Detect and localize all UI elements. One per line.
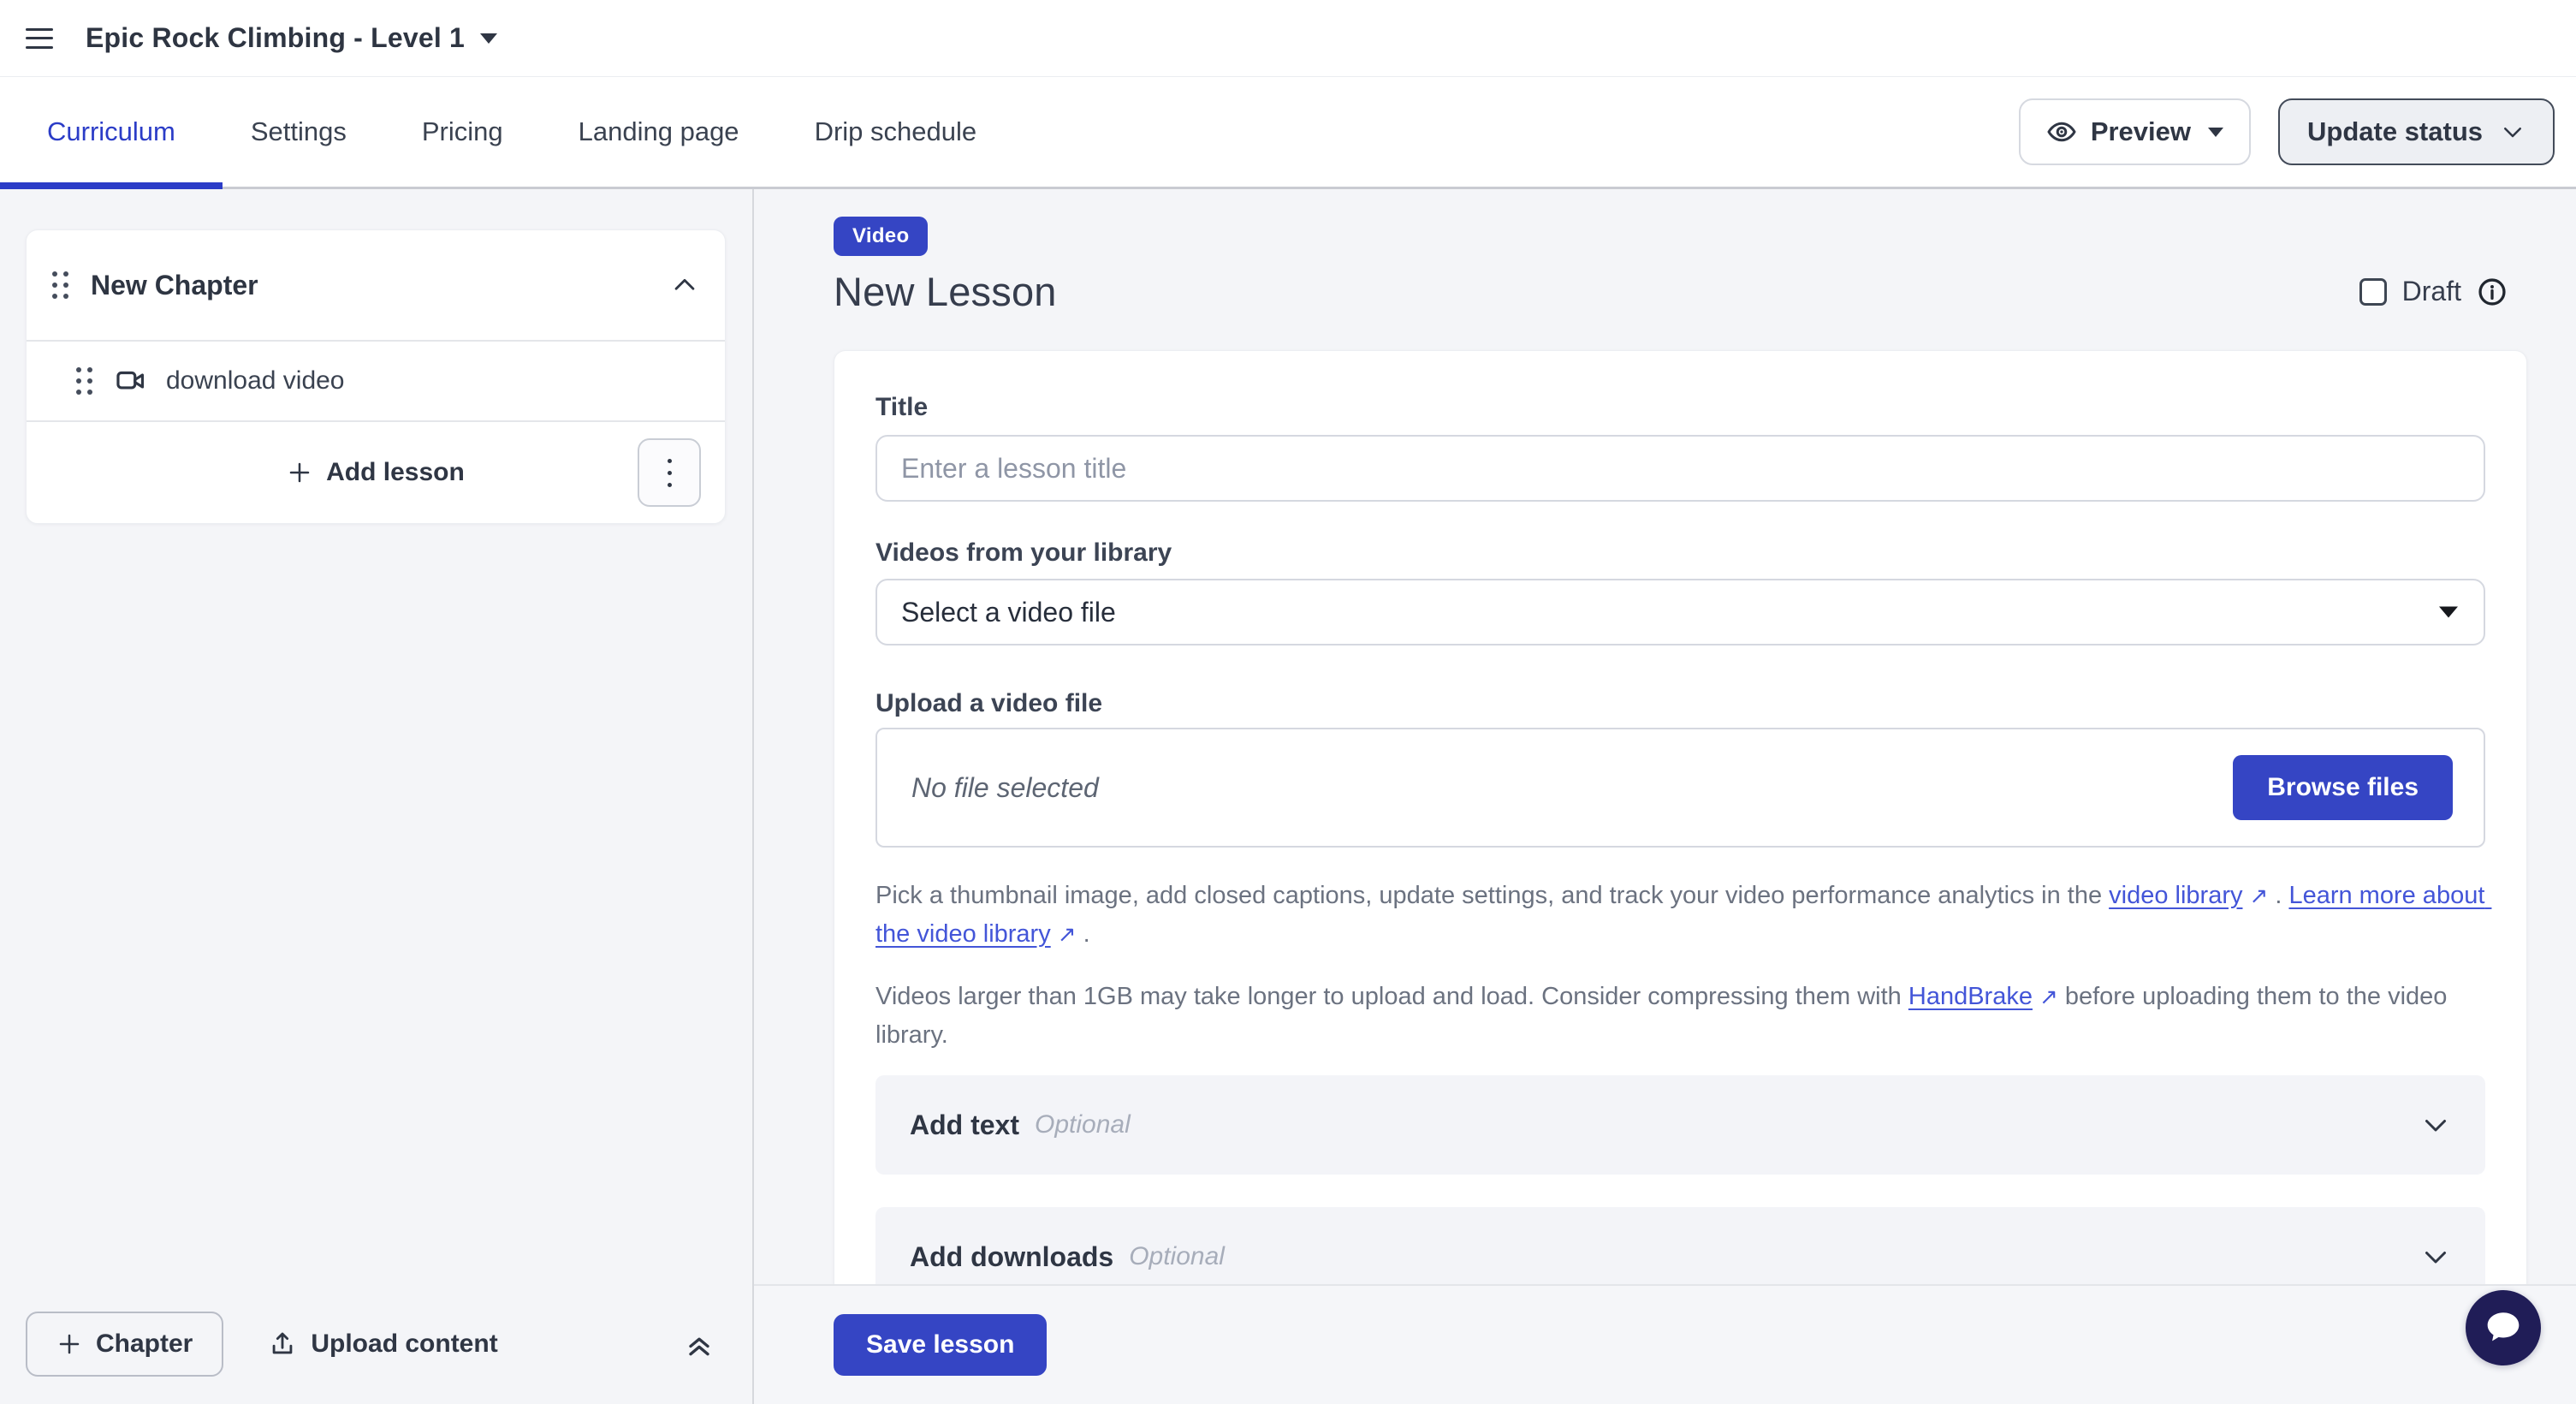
draft-toggle-group: Draft bbox=[2359, 276, 2508, 307]
save-footer: Save lesson bbox=[754, 1284, 2576, 1404]
drag-handle-icon[interactable] bbox=[76, 367, 92, 395]
add-downloads-section[interactable]: Add downloads Optional bbox=[875, 1207, 2485, 1284]
app-root: Epic Rock Climbing - Level 1 Curriculum … bbox=[0, 0, 2576, 1404]
chevron-down-icon bbox=[2500, 119, 2526, 145]
help-text: . bbox=[2268, 882, 2288, 909]
active-tab-underline bbox=[0, 182, 223, 189]
tab-drip-schedule[interactable]: Drip schedule bbox=[815, 116, 977, 147]
chapter-footer: Add lesson bbox=[27, 422, 725, 523]
external-link-icon: ↗ bbox=[2039, 978, 2058, 1016]
sidebar-footer: Chapter Upload content bbox=[0, 1284, 752, 1404]
hamburger-menu-icon[interactable] bbox=[26, 28, 53, 49]
lesson-type-badge: Video bbox=[834, 217, 928, 256]
content-area: New Chapter download video bbox=[0, 189, 2576, 1404]
collapse-all-icon[interactable] bbox=[682, 1327, 716, 1361]
add-text-label: Add text bbox=[910, 1110, 1019, 1141]
handbrake-link[interactable]: HandBrake bbox=[1908, 983, 2033, 1010]
save-lesson-button[interactable]: Save lesson bbox=[834, 1314, 1047, 1376]
video-library-link[interactable]: video library bbox=[2109, 882, 2242, 909]
tab-settings[interactable]: Settings bbox=[251, 116, 347, 147]
lesson-editor: Video New Lesson Draft Title Videos from… bbox=[754, 189, 2576, 1404]
preview-label: Preview bbox=[2091, 116, 2191, 147]
lesson-row[interactable]: download video bbox=[27, 342, 725, 420]
add-lesson-label: Add lesson bbox=[326, 458, 465, 487]
add-chapter-button[interactable]: Chapter bbox=[26, 1312, 223, 1377]
caret-down-icon bbox=[2439, 607, 2458, 618]
lesson-form-card: Title Videos from your library Select a … bbox=[834, 350, 2527, 1284]
preview-button[interactable]: Preview bbox=[2019, 98, 2251, 165]
external-link-icon: ↗ bbox=[2249, 877, 2268, 915]
chapter-title: New Chapter bbox=[91, 270, 258, 301]
optional-label: Optional bbox=[1129, 1242, 1225, 1271]
chapter-card: New Chapter download video bbox=[26, 229, 726, 524]
draft-checkbox[interactable] bbox=[2359, 278, 2387, 306]
optional-label: Optional bbox=[1035, 1110, 1131, 1139]
video-library-help-text: Pick a thumbnail image, add closed capti… bbox=[875, 877, 2485, 954]
upload-icon bbox=[268, 1330, 297, 1359]
chevron-down-icon[interactable] bbox=[480, 33, 497, 44]
chevron-up-icon[interactable] bbox=[670, 271, 699, 300]
upload-content-label: Upload content bbox=[311, 1330, 497, 1359]
course-title[interactable]: Epic Rock Climbing - Level 1 bbox=[86, 22, 465, 54]
chevron-down-icon bbox=[2420, 1110, 2451, 1140]
file-upload-box: No file selected Browse files bbox=[875, 728, 2485, 848]
tab-pricing[interactable]: Pricing bbox=[422, 116, 503, 147]
tab-curriculum[interactable]: Curriculum bbox=[47, 116, 175, 147]
lesson-head: Video New Lesson Draft bbox=[754, 189, 2576, 315]
help-text: . bbox=[1077, 920, 1090, 948]
add-chapter-label: Chapter bbox=[96, 1330, 193, 1359]
update-status-label: Update status bbox=[2307, 116, 2483, 147]
update-status-button[interactable]: Update status bbox=[2278, 98, 2555, 165]
chat-widget-button[interactable] bbox=[2466, 1290, 2541, 1365]
title-field-label: Title bbox=[875, 392, 2485, 423]
library-field-label: Videos from your library bbox=[875, 538, 2485, 568]
external-link-icon: ↗ bbox=[1058, 915, 1077, 954]
add-text-section[interactable]: Add text Optional bbox=[875, 1075, 2485, 1175]
caret-down-icon bbox=[2208, 128, 2223, 137]
plus-icon bbox=[287, 460, 312, 485]
add-downloads-label: Add downloads bbox=[910, 1241, 1113, 1273]
tab-bar: Curriculum Settings Pricing Landing page… bbox=[0, 77, 2576, 189]
info-icon[interactable] bbox=[2477, 277, 2508, 307]
plus-icon bbox=[56, 1331, 82, 1357]
no-file-text: No file selected bbox=[911, 772, 1099, 804]
chapter-kebab-menu-button[interactable] bbox=[638, 438, 701, 507]
upload-content-button[interactable]: Upload content bbox=[268, 1330, 497, 1359]
tab-list: Curriculum Settings Pricing Landing page… bbox=[0, 116, 976, 147]
help-text: Videos larger than 1GB may take longer t… bbox=[875, 983, 1908, 1010]
tab-landing-page[interactable]: Landing page bbox=[579, 116, 739, 147]
select-value: Select a video file bbox=[901, 597, 1116, 628]
video-camera-icon bbox=[115, 365, 147, 397]
lesson-label: download video bbox=[166, 366, 345, 396]
upload-field-label: Upload a video file bbox=[875, 688, 2485, 719]
add-lesson-button[interactable]: Add lesson bbox=[287, 458, 465, 487]
eye-icon bbox=[2046, 116, 2077, 147]
page-title: New Lesson bbox=[834, 268, 1057, 315]
lesson-title-input[interactable] bbox=[875, 435, 2485, 502]
browse-files-button[interactable]: Browse files bbox=[2233, 755, 2453, 820]
top-bar: Epic Rock Climbing - Level 1 bbox=[0, 0, 2576, 77]
video-library-select[interactable]: Select a video file bbox=[875, 579, 2485, 645]
chevron-down-icon bbox=[2420, 1241, 2451, 1272]
chat-bubble-icon bbox=[2482, 1306, 2525, 1349]
curriculum-sidebar: New Chapter download video bbox=[0, 189, 754, 1404]
help-text: Pick a thumbnail image, add closed capti… bbox=[875, 882, 2109, 909]
chapter-header[interactable]: New Chapter bbox=[27, 230, 725, 340]
compression-help-text: Videos larger than 1GB may take longer t… bbox=[875, 978, 2485, 1055]
draft-label: Draft bbox=[2402, 276, 2461, 307]
drag-handle-icon[interactable] bbox=[52, 271, 68, 299]
tab-bar-actions: Preview Update status bbox=[2019, 98, 2576, 165]
